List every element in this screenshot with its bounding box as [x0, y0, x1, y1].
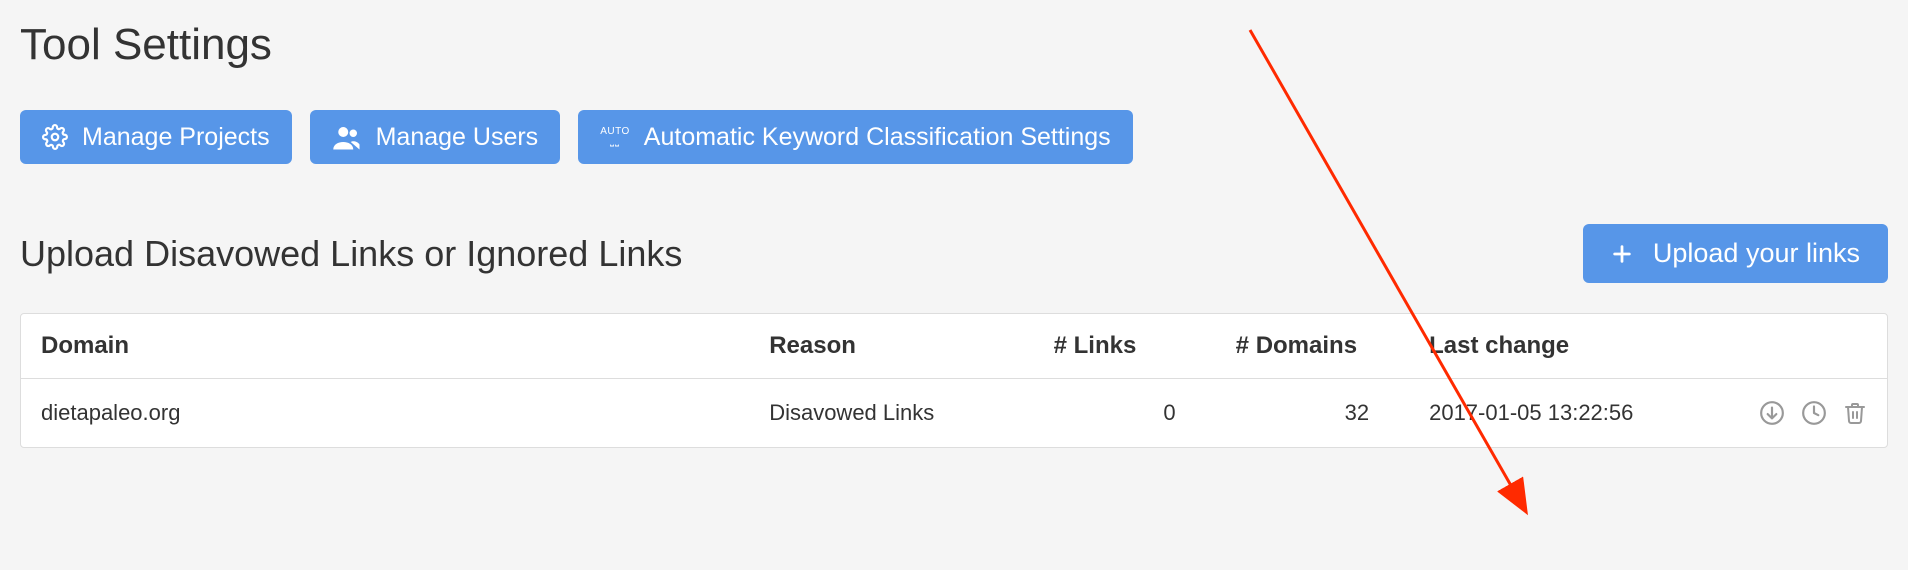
gear-icon	[42, 124, 68, 150]
cell-domain: dietapaleo.org	[21, 379, 749, 448]
manage-projects-label: Manage Projects	[82, 125, 270, 150]
auto-keyword-button[interactable]: AUTO⎵⎵ Automatic Keyword Classification …	[578, 110, 1132, 164]
action-button-row: Manage Projects Manage Users AUTO⎵⎵ Auto…	[20, 110, 1888, 164]
section-header-row: Upload Disavowed Links or Ignored Links …	[20, 224, 1888, 283]
cell-reason: Disavowed Links	[749, 379, 1033, 448]
col-header-reason: Reason	[749, 314, 1033, 379]
plus-icon	[1611, 243, 1633, 265]
trash-icon[interactable]	[1843, 399, 1867, 427]
download-icon[interactable]	[1759, 400, 1785, 426]
col-header-actions	[1705, 314, 1887, 379]
col-header-links: # Links	[1034, 314, 1216, 379]
table-row: dietapaleo.org Disavowed Links 0 32 2017…	[21, 379, 1887, 448]
clock-icon[interactable]	[1801, 400, 1827, 426]
auto-keyword-label: Automatic Keyword Classification Setting…	[644, 125, 1111, 150]
row-actions	[1725, 399, 1867, 427]
manage-users-label: Manage Users	[376, 125, 539, 150]
cell-last: 2017-01-05 13:22:56	[1409, 379, 1705, 448]
cell-links: 0	[1034, 379, 1216, 448]
col-header-domain: Domain	[21, 314, 749, 379]
upload-links-label: Upload your links	[1653, 240, 1860, 267]
manage-users-button[interactable]: Manage Users	[310, 110, 561, 164]
annotation-arrow	[0, 0, 1908, 570]
users-icon	[332, 124, 362, 150]
auto-icon: AUTO⎵⎵	[600, 127, 630, 147]
page-title: Tool Settings	[20, 20, 1888, 70]
manage-projects-button[interactable]: Manage Projects	[20, 110, 292, 164]
col-header-last: Last change	[1409, 314, 1705, 379]
upload-links-button[interactable]: Upload your links	[1583, 224, 1888, 283]
links-table: Domain Reason # Links # Domains Last cha…	[20, 313, 1888, 448]
table-header-row: Domain Reason # Links # Domains Last cha…	[21, 314, 1887, 379]
col-header-domains: # Domains	[1216, 314, 1409, 379]
cell-domains: 32	[1216, 379, 1409, 448]
section-title: Upload Disavowed Links or Ignored Links	[20, 233, 682, 275]
